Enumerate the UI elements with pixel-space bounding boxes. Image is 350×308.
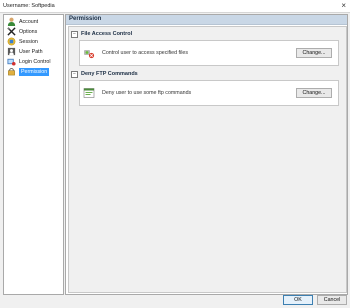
user-path-icon [7, 47, 16, 56]
options-icon [7, 27, 16, 36]
title-bar: Username: Softpedia × [0, 0, 350, 13]
sidebar: Account Options Session User Path Login … [3, 14, 64, 295]
deny-ftp-description: Deny user to use some ftp commands [102, 90, 192, 96]
main-panel: Permission − File Access Control Control… [65, 14, 348, 295]
close-icon[interactable]: × [341, 1, 346, 11]
sidebar-item-options[interactable]: Options [5, 27, 61, 36]
collapse-icon[interactable]: − [71, 30, 78, 38]
deny-ftp-group: Deny user to use some ftp commands Chang… [79, 80, 339, 106]
change-ftp-commands-button[interactable]: Change... [296, 88, 332, 98]
section-title: File Access Control [81, 31, 133, 37]
file-access-group: Control user to access specified files C… [79, 40, 339, 66]
sidebar-item-login-control[interactable]: Login Control [5, 57, 61, 66]
sidebar-item-permission[interactable]: Permission [5, 67, 61, 76]
panel-header: Permission [66, 15, 347, 25]
section-deny-ftp-commands[interactable]: − Deny FTP Commands [71, 70, 138, 78]
sidebar-item-label: Options [19, 28, 38, 35]
collapse-icon[interactable]: − [71, 70, 78, 78]
account-icon [7, 17, 16, 26]
section-title: Deny FTP Commands [81, 71, 138, 77]
sidebar-item-label: Permission [19, 67, 50, 76]
change-file-access-button[interactable]: Change... [296, 48, 332, 58]
file-access-icon [84, 50, 95, 59]
sidebar-item-label: Login Control [19, 58, 51, 65]
file-access-description: Control user to access specified files [102, 50, 188, 56]
page-title: Permission [69, 16, 102, 22]
sidebar-item-label: Session [19, 38, 38, 45]
sidebar-item-session[interactable]: Session [5, 37, 61, 46]
sidebar-item-label: Account [19, 18, 39, 25]
ok-button[interactable]: OK [283, 295, 313, 305]
window-title: Username: Softpedia [3, 3, 55, 9]
section-file-access-control[interactable]: − File Access Control [71, 30, 132, 38]
session-icon [7, 37, 16, 46]
ftp-commands-icon [83, 88, 95, 98]
sidebar-item-account[interactable]: Account [5, 17, 61, 26]
sidebar-item-user-path[interactable]: User Path [5, 47, 61, 56]
login-control-icon [7, 58, 16, 66]
cancel-button[interactable]: Cancel [317, 295, 347, 305]
user-settings-window: Username: Softpedia × Account Options Se… [0, 0, 350, 308]
permission-icon [8, 68, 15, 76]
sidebar-item-label: User Path [19, 48, 43, 55]
content-panel: − File Access Control Control user to ac… [68, 26, 347, 293]
